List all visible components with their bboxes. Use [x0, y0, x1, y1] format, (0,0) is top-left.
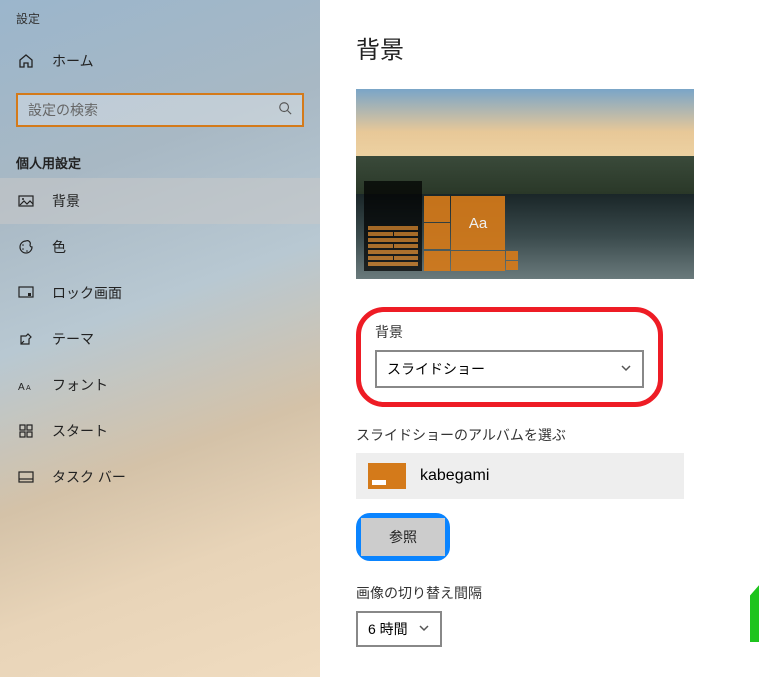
sidebar-item-taskbar[interactable]: タスク バー: [0, 454, 320, 500]
folder-icon: [368, 463, 406, 489]
svg-text:A: A: [26, 385, 31, 392]
page-title: 背景: [356, 30, 723, 65]
start-icon: [18, 423, 34, 439]
interval-label: 画像の切り替え間隔: [356, 583, 723, 603]
search-input[interactable]: [28, 102, 278, 118]
search-icon: [278, 101, 292, 120]
annotation-red-circle: 背景 スライドショー: [356, 307, 663, 407]
category-title: 個人用設定: [0, 143, 320, 178]
sidebar-item-label: フォント: [52, 375, 108, 395]
album-item[interactable]: kabegami: [356, 453, 684, 499]
sidebar-item-label: 背景: [52, 191, 80, 211]
font-icon: AA: [18, 377, 34, 393]
preview-sample-text: Aa: [451, 196, 505, 250]
chevron-down-icon: [620, 361, 632, 377]
album-label: スライドショーのアルバムを選ぶ: [356, 425, 723, 445]
sidebar-item-label: スタート: [52, 421, 108, 441]
background-label: 背景: [375, 322, 644, 342]
window-title: 設定: [0, 0, 320, 37]
chevron-down-icon: [418, 621, 430, 637]
sidebar-item-label: ロック画面: [52, 283, 122, 303]
palette-icon: [18, 239, 34, 255]
sidebar-item-label: タスク バー: [52, 467, 126, 487]
sidebar-item-fonts[interactable]: AA フォント: [0, 362, 320, 408]
picture-icon: [18, 193, 34, 209]
sidebar-item-lockscreen[interactable]: ロック画面: [0, 270, 320, 316]
taskbar-icon: [18, 469, 34, 485]
sidebar: 設定 ホーム 個人用設定 背景 色 ロック画面: [0, 0, 320, 677]
desktop-preview: Aa: [356, 89, 694, 279]
home-button[interactable]: ホーム: [0, 37, 320, 85]
sidebar-item-themes[interactable]: テーマ: [0, 316, 320, 362]
interval-dropdown[interactable]: 6 時間: [356, 611, 442, 647]
svg-text:A: A: [18, 382, 25, 392]
annotation-green-arrow: [750, 572, 759, 647]
sidebar-item-start[interactable]: スタート: [0, 408, 320, 454]
album-name: kabegami: [420, 467, 489, 485]
main-panel: 背景 Aa: [320, 0, 759, 677]
browse-button[interactable]: 参照: [361, 518, 445, 556]
sidebar-item-background[interactable]: 背景: [0, 178, 320, 224]
home-label: ホーム: [52, 51, 94, 71]
dropdown-value: スライドショー: [387, 359, 485, 379]
annotation-blue-circle: 参照: [356, 513, 450, 561]
background-mode-dropdown[interactable]: スライドショー: [375, 350, 644, 388]
sidebar-item-colors[interactable]: 色: [0, 224, 320, 270]
lockscreen-icon: [18, 285, 34, 301]
interval-value: 6 時間: [368, 619, 408, 639]
sidebar-item-label: テーマ: [52, 329, 94, 349]
home-icon: [18, 53, 34, 69]
sidebar-item-label: 色: [52, 237, 66, 257]
search-input-wrap[interactable]: [16, 93, 304, 127]
theme-icon: [18, 331, 34, 347]
